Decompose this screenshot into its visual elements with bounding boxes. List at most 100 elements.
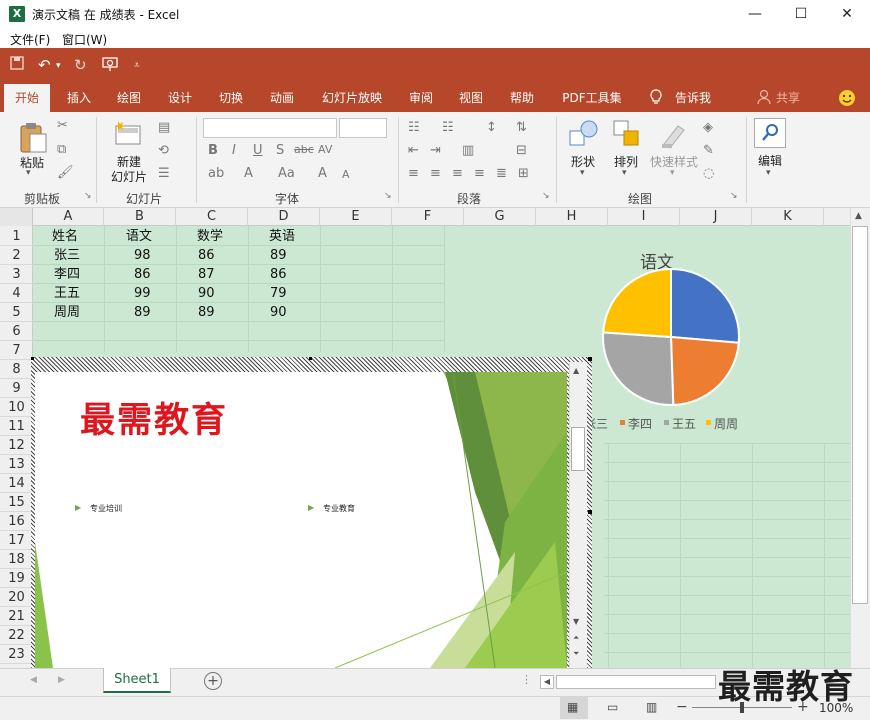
column-header-f[interactable]: F xyxy=(392,208,464,226)
font-size-combo[interactable] xyxy=(339,118,387,138)
page-break-icon[interactable]: ▥ xyxy=(646,700,657,714)
select-all-corner[interactable] xyxy=(0,208,33,226)
column-header-b[interactable]: B xyxy=(104,208,176,226)
align-text-icon[interactable]: ⊟ xyxy=(516,143,527,158)
smiley-icon[interactable] xyxy=(838,89,856,110)
row-header-10[interactable]: 10 xyxy=(0,398,33,417)
table-cell[interactable]: 89 xyxy=(134,303,151,322)
row-header-3[interactable]: 3 xyxy=(0,265,33,284)
format-painter-icon[interactable]: 🖌 xyxy=(57,165,74,180)
resize-handle[interactable] xyxy=(31,357,34,360)
line-spacing-icon[interactable]: ↕ xyxy=(486,120,497,135)
share-button[interactable]: 共享 xyxy=(774,84,802,112)
shadow-button[interactable]: S xyxy=(276,143,284,158)
smartart-icon[interactable]: ⊞ xyxy=(518,166,529,181)
row-header-22[interactable]: 22 xyxy=(0,626,33,645)
next-slide-icon[interactable]: ⏷ xyxy=(573,649,579,659)
row-header-9[interactable]: 9 xyxy=(0,379,33,398)
column-header-j[interactable]: J xyxy=(680,208,752,226)
arrange-icon[interactable] xyxy=(612,119,642,154)
distribute-icon[interactable]: ≣ xyxy=(496,166,507,181)
row-header-21[interactable]: 21 xyxy=(0,607,33,626)
menu-file[interactable]: 文件(F) xyxy=(10,31,50,48)
slideshow-icon[interactable] xyxy=(102,56,120,76)
undo-icon[interactable]: ↶ xyxy=(38,56,51,74)
vertical-scroll-thumb[interactable] xyxy=(852,226,868,604)
font-color-icon[interactable]: A xyxy=(244,166,253,181)
edit-button[interactable]: 编辑 xyxy=(754,152,786,169)
row-header-23[interactable]: 23 xyxy=(0,645,33,664)
italic-button[interactable]: I xyxy=(232,143,236,158)
row-header-2[interactable]: 2 xyxy=(0,246,33,265)
maximize-button[interactable]: ☐ xyxy=(778,0,824,28)
justify-icon[interactable]: ≡ xyxy=(474,166,485,181)
next-sheet-icon[interactable]: ▶ xyxy=(58,675,65,685)
shapes-icon[interactable] xyxy=(568,119,600,154)
row-header-14[interactable]: 14 xyxy=(0,474,33,493)
row-header-5[interactable]: 5 xyxy=(0,303,33,322)
paste-button[interactable]: 粘贴 xyxy=(18,154,46,171)
tab-design[interactable]: 设计 xyxy=(161,84,199,112)
row-header-1[interactable]: 1 xyxy=(0,227,33,246)
table-cell[interactable]: 李四 xyxy=(54,265,80,284)
tab-view[interactable]: 视图 xyxy=(452,84,490,112)
drawing-launcher-icon[interactable]: ↘ xyxy=(730,191,738,201)
undo-dropdown-icon[interactable]: ▾ xyxy=(56,61,61,71)
table-cell[interactable]: 90 xyxy=(270,303,287,322)
font-launcher-icon[interactable]: ↘ xyxy=(384,191,392,201)
shape-outline-icon[interactable]: ✎ xyxy=(703,143,714,158)
scroll-up-icon[interactable]: ▲ xyxy=(855,211,862,221)
row-header-7[interactable]: 7 xyxy=(0,341,33,360)
scroll-down-icon[interactable]: ▼ xyxy=(573,617,579,626)
page-layout-icon[interactable]: ▭ xyxy=(607,700,618,714)
resize-handle[interactable] xyxy=(588,357,592,361)
align-center-icon[interactable]: ≡ xyxy=(430,166,441,181)
pie-slice-1[interactable] xyxy=(669,335,740,406)
increase-indent-icon[interactable]: ⇥ xyxy=(430,143,441,158)
column-header-k[interactable]: K xyxy=(752,208,824,226)
shape-fill-icon[interactable]: ◈ xyxy=(703,120,713,135)
pie-slice-2[interactable] xyxy=(602,331,675,406)
redo-icon[interactable]: ↻ xyxy=(74,56,87,74)
pie-chart[interactable] xyxy=(600,266,742,408)
char-spacing-button[interactable]: AV xyxy=(318,143,332,156)
table-cell[interactable]: 87 xyxy=(198,265,215,284)
table-header-cell[interactable]: 英语 xyxy=(269,227,295,246)
text-highlight-icon[interactable]: Aa xyxy=(278,166,295,181)
close-button[interactable]: ✕ xyxy=(824,0,870,28)
row-header-17[interactable]: 17 xyxy=(0,531,33,550)
table-cell[interactable]: 89 xyxy=(270,246,287,265)
pie-slice-0[interactable] xyxy=(670,267,740,344)
row-header-12[interactable]: 12 xyxy=(0,436,33,455)
bullets-icon[interactable]: ☷ xyxy=(408,120,420,135)
save-icon[interactable] xyxy=(10,56,24,74)
table-cell[interactable]: 张三 xyxy=(54,246,80,265)
row-header-19[interactable]: 19 xyxy=(0,569,33,588)
row-header-13[interactable]: 13 xyxy=(0,455,33,474)
row-header-4[interactable]: 4 xyxy=(0,284,33,303)
copy-icon[interactable]: ⧉ xyxy=(57,142,66,157)
tab-transitions[interactable]: 切换 xyxy=(212,84,250,112)
resize-handle[interactable] xyxy=(309,357,312,360)
table-cell[interactable]: 86 xyxy=(270,265,287,284)
column-header-a[interactable]: A xyxy=(33,208,104,226)
increase-font-icon[interactable]: A xyxy=(318,166,327,181)
column-header-h[interactable]: H xyxy=(536,208,608,226)
find-icon[interactable] xyxy=(754,118,786,148)
scroll-left-icon[interactable]: ◀ xyxy=(540,675,554,689)
tab-home[interactable]: 开始 xyxy=(4,84,50,112)
tab-tell-me[interactable]: 告诉我 xyxy=(670,84,716,112)
row-header-11[interactable]: 11 xyxy=(0,417,33,436)
tab-slideshow[interactable]: 幻灯片放映 xyxy=(318,84,386,112)
arrange-dropdown-icon[interactable]: ▾ xyxy=(622,168,627,178)
change-case-icon[interactable]: ab xyxy=(208,166,224,181)
bold-button[interactable]: B xyxy=(208,143,218,158)
column-header-i[interactable]: I xyxy=(608,208,680,226)
section-icon[interactable]: ☰ xyxy=(158,166,170,181)
previous-slide-icon[interactable]: ⏶ xyxy=(573,633,579,643)
decrease-indent-icon[interactable]: ⇤ xyxy=(408,143,419,158)
quick-styles-dropdown-icon[interactable]: ▾ xyxy=(670,168,675,178)
table-cell[interactable]: 周周 xyxy=(54,303,80,322)
scroll-up-icon[interactable]: ▲ xyxy=(573,366,579,375)
table-cell[interactable]: 90 xyxy=(198,284,215,303)
